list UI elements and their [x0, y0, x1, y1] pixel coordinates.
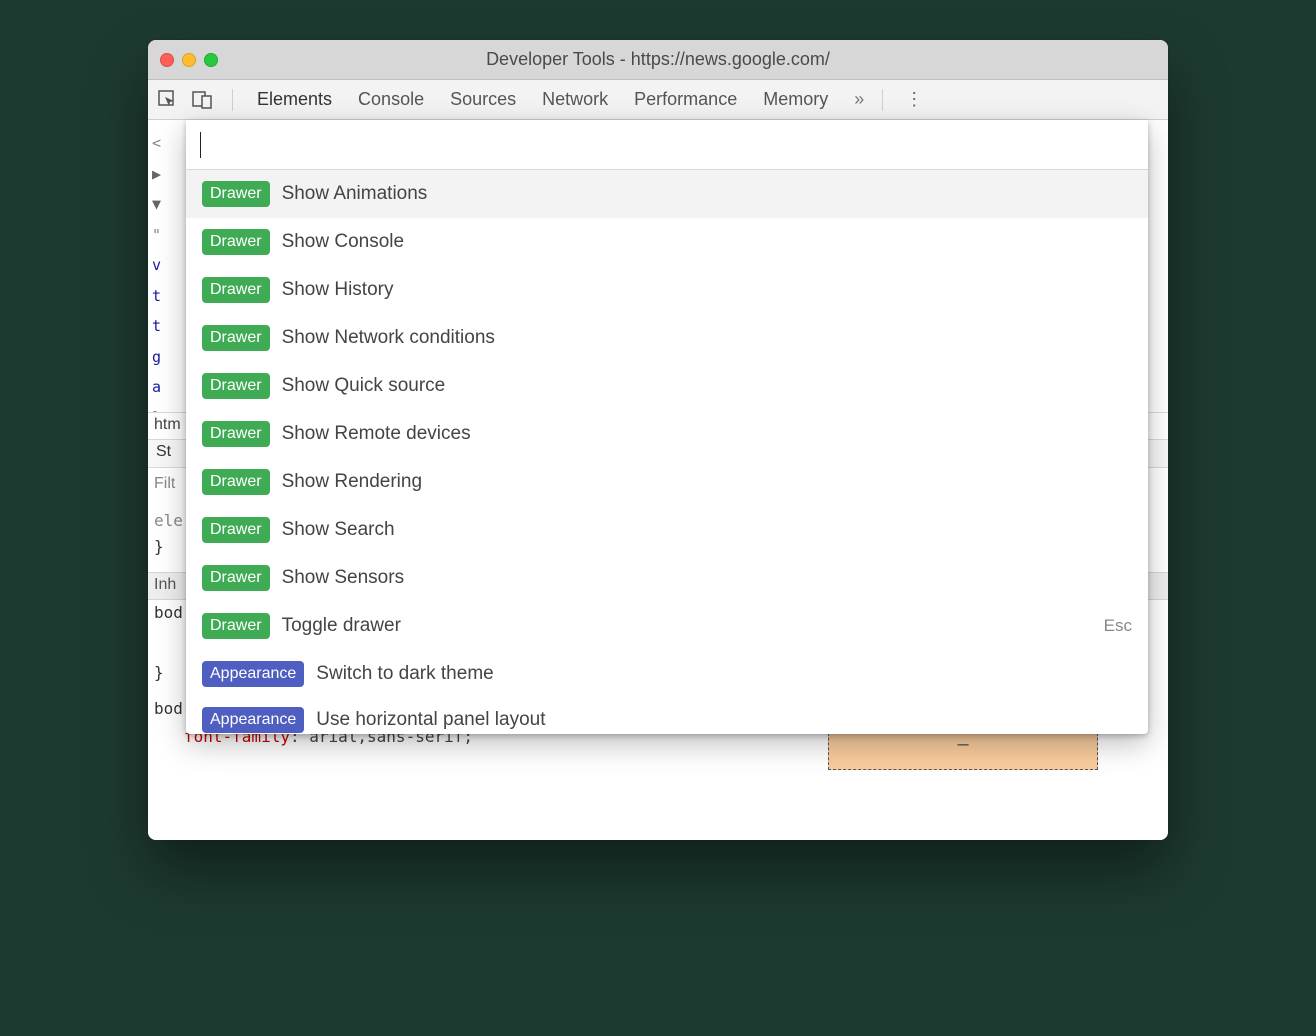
command-badge: Drawer	[202, 229, 270, 255]
command-label: Show Sensors	[282, 567, 1132, 589]
settings-kebab-icon[interactable]: ⋮	[905, 89, 924, 110]
devtools-body: < ▶ ▼ " v t t g a l htm St Filt ele } In…	[148, 120, 1168, 840]
window-title: Developer Tools - https://news.google.co…	[148, 49, 1168, 70]
command-shortcut: Esc	[1104, 616, 1132, 636]
tab-elements[interactable]: Elements	[257, 89, 332, 110]
command-label: Show Rendering	[282, 471, 1132, 493]
toolbar-divider	[882, 89, 883, 111]
command-label: Show Network conditions	[282, 327, 1132, 349]
command-menu-item[interactable]: Drawer Show Rendering	[186, 458, 1148, 506]
command-label: Toggle drawer	[282, 615, 1092, 637]
command-menu-item[interactable]: Drawer Show Search	[186, 506, 1148, 554]
command-label: Show History	[282, 279, 1132, 301]
devtools-tabs: Elements Console Sources Network Perform…	[257, 89, 864, 110]
command-menu-item[interactable]: Drawer Show Console	[186, 218, 1148, 266]
command-badge: Drawer	[202, 181, 270, 207]
command-menu-item[interactable]: Drawer Show Animations	[186, 170, 1148, 218]
command-label: Switch to dark theme	[316, 663, 1132, 685]
toolbar-divider	[232, 89, 233, 111]
command-label: Show Remote devices	[282, 423, 1132, 445]
command-menu-item[interactable]: Drawer Toggle drawer Esc	[186, 602, 1148, 650]
more-tabs-icon[interactable]: »	[854, 89, 864, 110]
text-cursor	[200, 132, 201, 158]
command-label: Show Quick source	[282, 375, 1132, 397]
command-label: Show Animations	[282, 183, 1132, 205]
command-menu-item[interactable]: Drawer Show Network conditions	[186, 314, 1148, 362]
command-badge: Drawer	[202, 517, 270, 543]
devtools-toolbar: Elements Console Sources Network Perform…	[148, 80, 1168, 120]
command-badge: Drawer	[202, 421, 270, 447]
command-badge: Drawer	[202, 565, 270, 591]
tab-sources[interactable]: Sources	[450, 89, 516, 110]
command-badge: Drawer	[202, 469, 270, 495]
device-toggle-icon[interactable]	[192, 90, 214, 110]
command-menu-list: DrawerShow AnimationsDrawerShow ConsoleD…	[186, 170, 1148, 734]
command-menu-item[interactable]: Appearance Use horizontal panel layout	[186, 698, 1148, 734]
tab-console[interactable]: Console	[358, 89, 424, 110]
box-model-value: –	[957, 733, 968, 756]
command-label: Use horizontal panel layout	[316, 709, 1132, 731]
command-menu: DrawerShow AnimationsDrawerShow ConsoleD…	[186, 120, 1148, 734]
tab-network[interactable]: Network	[542, 89, 608, 110]
command-badge: Appearance	[202, 707, 304, 733]
command-badge: Drawer	[202, 277, 270, 303]
tab-memory[interactable]: Memory	[763, 89, 828, 110]
command-menu-input[interactable]	[186, 120, 1148, 170]
command-badge: Drawer	[202, 613, 270, 639]
command-menu-item[interactable]: Appearance Switch to dark theme	[186, 650, 1148, 698]
command-badge: Drawer	[202, 373, 270, 399]
command-menu-item[interactable]: Drawer Show Quick source	[186, 362, 1148, 410]
command-menu-item[interactable]: Drawer Show History	[186, 266, 1148, 314]
command-menu-item[interactable]: Drawer Show Remote devices	[186, 410, 1148, 458]
command-menu-item[interactable]: Drawer Show Sensors	[186, 554, 1148, 602]
command-badge: Drawer	[202, 325, 270, 351]
tab-performance[interactable]: Performance	[634, 89, 737, 110]
window-titlebar: Developer Tools - https://news.google.co…	[148, 40, 1168, 80]
command-label: Show Search	[282, 519, 1132, 541]
devtools-window: Developer Tools - https://news.google.co…	[148, 40, 1168, 840]
command-label: Show Console	[282, 231, 1132, 253]
command-badge: Appearance	[202, 661, 304, 687]
inspect-element-icon[interactable]	[158, 90, 178, 110]
